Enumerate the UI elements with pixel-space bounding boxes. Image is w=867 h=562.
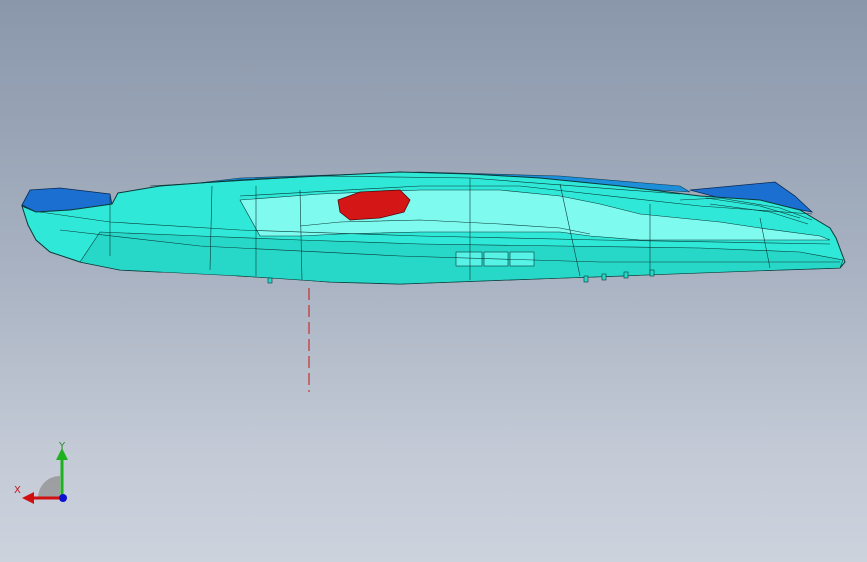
z-axis-icon (59, 494, 67, 502)
x-axis-label: X (14, 485, 21, 496)
y-axis-label: Y (59, 441, 66, 452)
triad-graphic (22, 448, 68, 504)
graphics-viewport[interactable]: Y X (0, 0, 867, 562)
triad-plane-icon (38, 476, 60, 498)
reference-triad: Y X (10, 438, 80, 508)
part-model[interactable] (0, 0, 867, 562)
